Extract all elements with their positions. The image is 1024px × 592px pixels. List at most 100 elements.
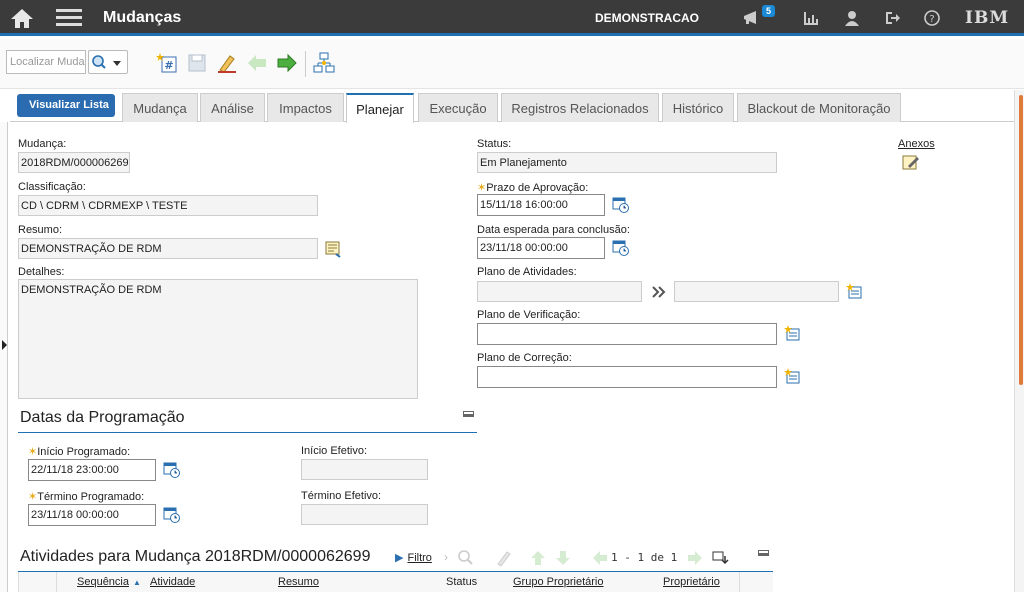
sort-ascending-icon[interactable]: ▲ — [133, 578, 141, 587]
scheduled-end-label: ✶Término Programado: — [28, 490, 144, 503]
search-icon[interactable] — [457, 549, 475, 567]
left-collapse-rail[interactable] — [0, 122, 8, 592]
calendar-icon[interactable] — [163, 506, 181, 524]
reports-icon[interactable] — [803, 10, 819, 26]
status-field[interactable]: Em Planejamento — [477, 152, 777, 173]
approval-deadline-input[interactable]: 15/11/18 16:00:00 — [477, 194, 605, 216]
home-icon[interactable] — [8, 7, 36, 29]
tab-execucao[interactable]: Execução — [418, 93, 498, 122]
column-divider — [739, 572, 740, 592]
correction-plan-input[interactable] — [477, 366, 777, 388]
tab-impactos[interactable]: Impactos — [267, 93, 344, 122]
find-input[interactable]: Localizar Muda — [6, 50, 86, 74]
sign-out-icon[interactable] — [884, 10, 900, 26]
classification-field[interactable]: CD \ CDRM \ CDRMEXP \ TESTE — [18, 195, 318, 216]
scheduled-start-label: ✶Início Programado: — [28, 445, 130, 458]
tab-registros-relacionados[interactable]: Registros Relacionados — [501, 93, 659, 122]
activity-plan-label: Plano de Atividades: — [477, 266, 577, 278]
verification-plan-input[interactable] — [477, 323, 777, 345]
tab-bar: Visualizar Lista Mudança Análise Impacto… — [10, 91, 1016, 123]
workflow-icon[interactable] — [313, 52, 335, 74]
user-name: DEMONSTRACAO — [595, 11, 699, 25]
activity-plan-field[interactable] — [477, 281, 642, 302]
profile-icon[interactable] — [844, 10, 860, 26]
tab-analise[interactable]: Análise — [200, 93, 265, 122]
top-bar: Mudanças DEMONSTRACAO 5 ? IBM — [0, 0, 1024, 36]
new-plan-icon[interactable] — [784, 325, 802, 343]
status-label: Status: — [477, 138, 512, 150]
tab-mudanca[interactable]: Mudança — [122, 93, 198, 122]
tab-planejar[interactable]: Planejar — [346, 93, 414, 123]
summary-label: Resumo: — [18, 224, 63, 236]
collapse-icon[interactable] — [463, 411, 474, 417]
list-view-button[interactable]: Visualizar Lista — [17, 94, 115, 117]
chevron-right-icon[interactable]: › — [444, 550, 448, 564]
classification-label: Classificação: — [18, 181, 86, 193]
help-icon[interactable]: ? — [924, 10, 940, 26]
summary-field[interactable]: DEMONSTRAÇÃO DE RDM — [18, 238, 318, 259]
toolbar-divider — [305, 51, 306, 77]
attachment-icon[interactable] — [902, 153, 920, 171]
required-icon: ✶ — [28, 446, 38, 458]
clear-filter-icon[interactable] — [495, 549, 513, 567]
calendar-icon[interactable] — [163, 461, 181, 479]
previous-page-icon[interactable] — [591, 549, 609, 567]
tab-blackout-monitoracao[interactable]: Blackout de Monitoração — [737, 93, 901, 122]
toolbar: Localizar Muda # — [0, 39, 1024, 89]
tab-historico[interactable]: Histórico — [662, 93, 734, 122]
save-icon[interactable] — [186, 52, 208, 74]
column-divider — [56, 572, 57, 592]
ibm-logo: IBM — [965, 8, 1010, 28]
clear-changes-icon[interactable] — [216, 52, 238, 74]
scrollbar-thumb[interactable] — [1019, 95, 1023, 385]
actual-start-label: Início Efetivo: — [301, 445, 368, 457]
column-header-owner[interactable]: Proprietário — [663, 576, 720, 588]
next-record-icon[interactable] — [276, 52, 298, 74]
bulletin-icon[interactable] — [742, 9, 762, 27]
collapse-icon[interactable] — [758, 550, 769, 556]
arrow-up-icon[interactable] — [529, 549, 547, 567]
activities-table-title: Atividades para Mudança 2018RDM/00000626… — [20, 548, 371, 565]
column-header-activity[interactable]: Atividade — [150, 576, 195, 588]
column-header-sequence[interactable]: Sequência — [77, 576, 129, 588]
expected-completion-label: Data esperada para conclusão: — [477, 224, 630, 236]
menu-icon[interactable] — [56, 9, 82, 27]
attachments-link[interactable]: Anexos — [898, 138, 935, 150]
details-label: Detalhes: — [18, 266, 65, 278]
app-title: Mudanças — [103, 9, 182, 26]
expected-completion-input[interactable]: 23/11/18 00:00:00 — [477, 237, 605, 259]
search-menu-button[interactable] — [88, 50, 128, 74]
new-record-icon[interactable]: # — [156, 52, 178, 74]
calendar-icon[interactable] — [612, 196, 630, 214]
svg-text:?: ? — [929, 14, 934, 25]
change-label: Mudança: — [18, 138, 67, 150]
scheduled-start-input[interactable]: 22/11/18 23:00:00 — [28, 459, 156, 481]
change-id-field[interactable]: 2018RDM/0000062699 — [18, 152, 130, 173]
details-field[interactable]: DEMONSTRAÇÃO DE RDM — [18, 279, 418, 399]
approval-deadline-text: Prazo de Aprovação: — [486, 182, 589, 194]
actual-end-field[interactable] — [301, 504, 428, 525]
double-chevron-icon[interactable] — [650, 283, 668, 301]
calendar-icon[interactable] — [612, 239, 630, 257]
required-icon: ✶ — [28, 491, 38, 503]
filter-link[interactable]: ▶ Filtro — [395, 551, 432, 564]
required-icon: ✶ — [477, 182, 487, 194]
column-header-status: Status — [446, 576, 478, 588]
message-count-badge: 5 — [762, 5, 776, 17]
new-plan-icon[interactable] — [846, 283, 864, 301]
download-icon[interactable] — [712, 549, 730, 567]
scheduled-end-text: Término Programado: — [37, 491, 145, 503]
play-icon: ▶ — [395, 552, 404, 564]
new-plan-icon[interactable] — [784, 368, 802, 386]
table-header-row — [18, 572, 773, 592]
arrow-down-icon[interactable] — [554, 549, 572, 567]
column-header-summary[interactable]: Resumo — [278, 576, 319, 588]
actual-start-field[interactable] — [301, 459, 428, 480]
scheduled-end-input[interactable]: 23/11/18 00:00:00 — [28, 504, 156, 526]
long-description-icon[interactable] — [324, 240, 342, 258]
activity-plan-description-field[interactable] — [674, 281, 839, 302]
verification-plan-label: Plano de Verificação: — [477, 309, 581, 321]
column-header-owner-group[interactable]: Grupo Proprietário — [513, 576, 604, 588]
next-page-icon[interactable] — [686, 549, 704, 567]
previous-record-icon[interactable] — [246, 52, 268, 74]
